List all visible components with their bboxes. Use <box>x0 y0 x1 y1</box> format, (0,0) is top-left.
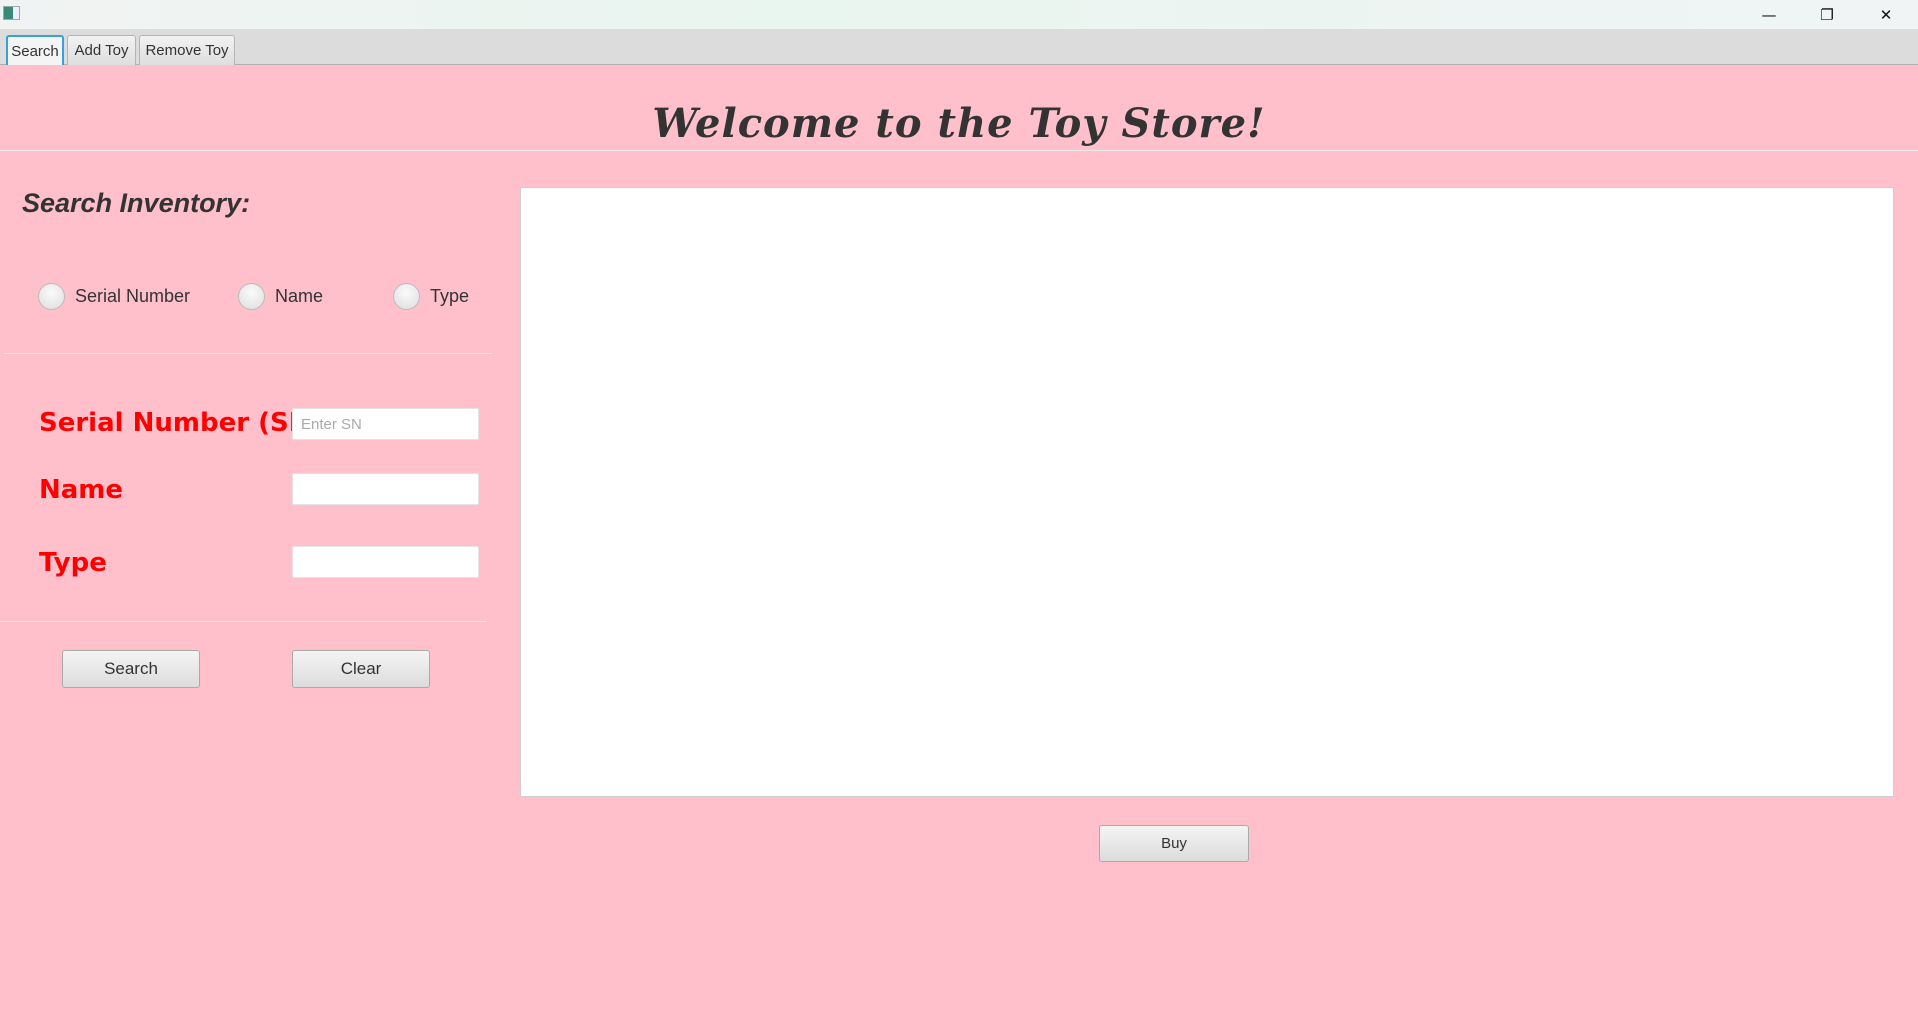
serial-number-input[interactable] <box>292 408 479 440</box>
type-input[interactable] <box>292 546 479 578</box>
page-title: Welcome to the Toy Store! <box>652 100 1266 147</box>
buy-button[interactable]: Buy <box>1099 825 1249 862</box>
radio-serial-number[interactable]: Serial Number <box>38 282 190 310</box>
fields-divider <box>0 621 487 622</box>
header-divider <box>0 150 1918 151</box>
restore-button[interactable]: ❐ <box>1804 0 1850 29</box>
minimize-button[interactable]: — <box>1746 0 1792 29</box>
app-icon <box>3 6 20 20</box>
radio-label: Name <box>275 285 324 306</box>
tab-remove-toy[interactable]: Remove Toy <box>139 35 235 65</box>
serial-number-label: Serial Number (SN) <box>39 408 323 438</box>
results-list[interactable] <box>520 187 1894 797</box>
radio-label: Serial Number <box>75 285 191 306</box>
name-label: Name <box>39 475 124 505</box>
radio-circle-icon <box>238 282 265 310</box>
search-button[interactable]: Search <box>62 650 200 688</box>
radio-circle-icon <box>393 282 420 310</box>
radio-divider <box>4 353 492 354</box>
radio-type[interactable]: Type <box>393 282 469 310</box>
tab-search[interactable]: Search <box>6 35 64 65</box>
tab-add-toy[interactable]: Add Toy <box>67 35 136 65</box>
radio-circle-icon <box>38 282 65 310</box>
radio-label: Type <box>430 285 470 306</box>
title-bar <box>0 0 1918 29</box>
name-input[interactable] <box>292 473 479 505</box>
search-inventory-heading: Search Inventory: <box>22 188 251 218</box>
clear-button[interactable]: Clear <box>292 650 430 688</box>
radio-name[interactable]: Name <box>238 282 323 310</box>
tab-bar <box>0 29 1918 65</box>
close-button[interactable]: ✕ <box>1863 0 1909 29</box>
type-label: Type <box>39 548 107 578</box>
